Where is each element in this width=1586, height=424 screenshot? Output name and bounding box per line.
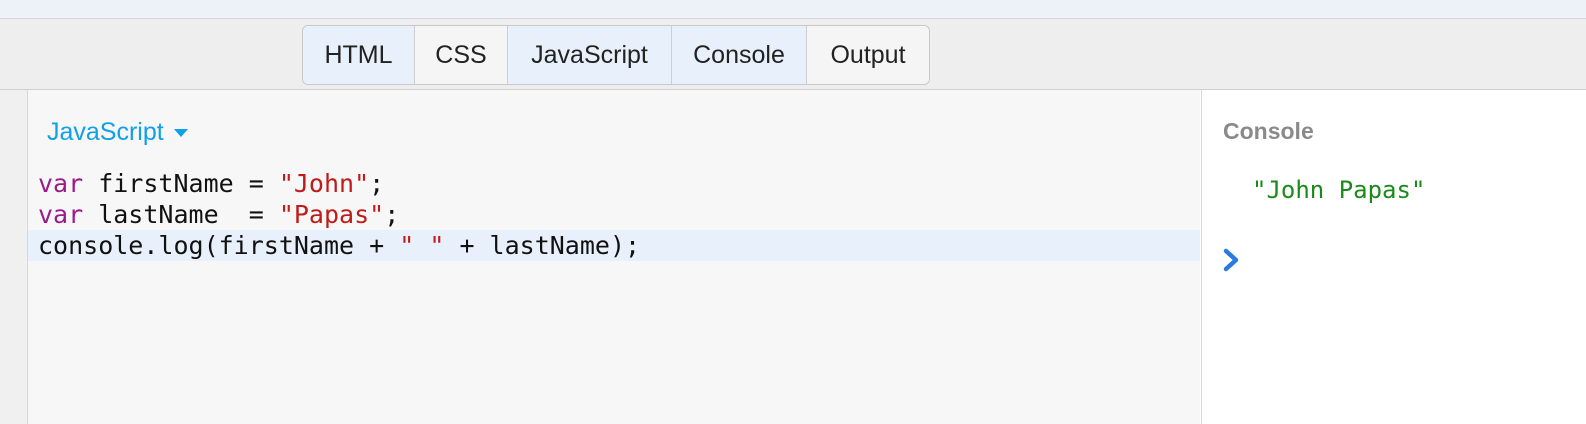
chevron-right-icon[interactable] bbox=[1222, 248, 1242, 272]
tab-console[interactable]: Console bbox=[672, 26, 807, 84]
code-text: console.log(firstName + bbox=[38, 231, 400, 260]
javascript-editor[interactable]: JavaScript var firstName = "John"; var la… bbox=[28, 90, 1200, 424]
code-keyword: var bbox=[38, 169, 84, 198]
code-text: lastName = bbox=[83, 200, 279, 229]
tab-label: JavaScript bbox=[531, 40, 648, 69]
caret-down-icon bbox=[173, 128, 188, 137]
editor-gutter bbox=[0, 90, 28, 424]
top-strip bbox=[0, 0, 1586, 19]
code-text: ; bbox=[384, 200, 400, 229]
code-line[interactable]: var lastName = "Papas"; bbox=[28, 199, 1200, 230]
code-string: "John" bbox=[278, 169, 370, 198]
tab-javascript[interactable]: JavaScript bbox=[508, 26, 672, 84]
code-area[interactable]: var firstName = "John"; var lastName = "P… bbox=[28, 168, 1200, 261]
tab-label: HTML bbox=[324, 40, 393, 69]
language-selector[interactable]: JavaScript bbox=[47, 118, 188, 147]
language-label: JavaScript bbox=[47, 118, 164, 146]
code-string: "Papas" bbox=[278, 200, 385, 229]
tab-output[interactable]: Output bbox=[807, 26, 929, 84]
code-text: firstName = bbox=[83, 169, 279, 198]
code-line[interactable]: console.log(firstName + " " + lastName); bbox=[28, 230, 1200, 261]
console-output-line: "John Papas" bbox=[1252, 176, 1426, 204]
code-keyword: var bbox=[38, 200, 84, 229]
code-string: " " bbox=[399, 231, 445, 260]
console-panel: Console "John Papas" bbox=[1201, 90, 1586, 424]
code-line[interactable]: var firstName = "John"; bbox=[28, 168, 1200, 199]
tab-label: Output bbox=[830, 40, 906, 69]
tab-css[interactable]: CSS bbox=[415, 26, 508, 84]
code-text: ; bbox=[369, 169, 385, 198]
toolbar: HTML CSS JavaScript Console Output bbox=[0, 19, 1586, 90]
console-title: Console bbox=[1223, 118, 1314, 144]
tab-label: CSS bbox=[435, 40, 487, 69]
tab-html[interactable]: HTML bbox=[303, 26, 415, 84]
panel-tabs: HTML CSS JavaScript Console Output bbox=[302, 25, 930, 85]
tab-label: Console bbox=[693, 40, 785, 69]
code-text: + lastName); bbox=[444, 231, 641, 260]
